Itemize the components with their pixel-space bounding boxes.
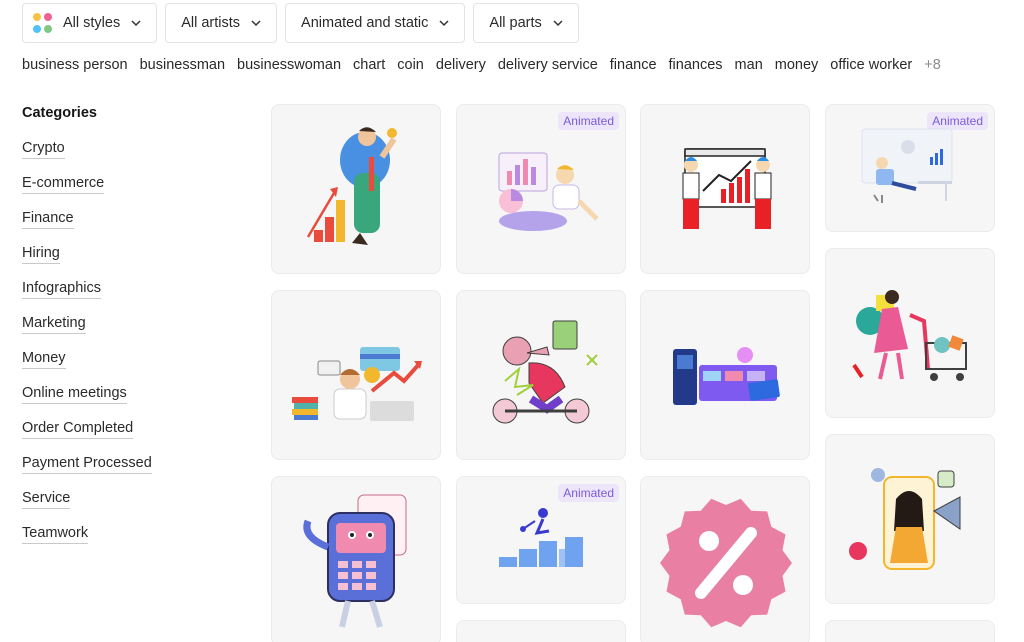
percent-badge-illustration (660, 498, 792, 628)
tag[interactable]: delivery (436, 57, 486, 73)
animation-filter-dropdown[interactable]: Animated and static (285, 3, 466, 43)
artists-filter-dropdown[interactable]: All artists (165, 3, 278, 43)
tag[interactable]: businessman (140, 57, 225, 73)
color-dot (33, 13, 41, 21)
illustration-card-climbing-stairs-chart[interactable]: Animated (456, 476, 626, 604)
woman-shopping-illustration (852, 290, 967, 381)
illustration-card-woman-shopping-cart[interactable] (825, 248, 995, 418)
stairs-chart-illustration (499, 508, 583, 567)
chevron-down-icon (251, 20, 261, 27)
businessman-growth-illustration (306, 127, 397, 245)
office-worker-illustration (861, 128, 953, 203)
category-link-money[interactable]: Money (22, 350, 66, 369)
filter-bar: All styles All artists Animated and stat… (22, 3, 579, 43)
category-link-infographics[interactable]: Infographics (22, 280, 101, 299)
payment-cards-illustration (673, 347, 780, 405)
color-dot (44, 24, 52, 33)
styles-filter-dropdown[interactable]: All styles (22, 3, 158, 43)
man-books-card-illustration (292, 347, 422, 421)
parts-filter-dropdown[interactable]: All parts (473, 3, 579, 43)
chevron-down-icon (131, 20, 141, 27)
presentation-board-illustration (682, 148, 772, 229)
illustration-card-payment-cards[interactable] (640, 290, 810, 460)
related-tags: business person businessman businesswoma… (22, 57, 941, 73)
courier-scooter-illustration (492, 320, 598, 424)
category-link-crypto[interactable]: Crypto (22, 140, 65, 159)
illustration-card-presentation-board[interactable] (640, 104, 810, 274)
category-link-payment-processed[interactable]: Payment Processed (22, 455, 152, 474)
tag[interactable]: finances (669, 57, 723, 73)
tag[interactable]: chart (353, 57, 385, 73)
illustration-card[interactable] (825, 620, 995, 642)
color-dot (44, 13, 52, 21)
styles-grid-icon (33, 13, 53, 33)
category-link-teamwork[interactable]: Teamwork (22, 525, 89, 544)
category-link-marketing[interactable]: Marketing (22, 315, 86, 334)
animation-filter-label: Animated and static (301, 15, 429, 31)
tag[interactable]: office worker (830, 57, 912, 73)
artists-filter-label: All artists (181, 15, 241, 31)
category-link-hiring[interactable]: Hiring (22, 245, 60, 264)
category-link-order-completed[interactable]: Order Completed (22, 420, 134, 439)
styles-filter-label: All styles (63, 15, 121, 31)
illustration-card-woman-with-megaphone[interactable] (825, 434, 995, 604)
category-link-service[interactable]: Service (22, 490, 71, 509)
illustration-card-percent-discount-badge[interactable] (640, 476, 810, 642)
illustration-card-businessman-with-growth-chart[interactable] (271, 104, 441, 274)
tag[interactable]: businesswoman (237, 57, 341, 73)
tag[interactable]: delivery service (498, 57, 598, 73)
color-dot (33, 24, 41, 33)
category-link-e-commerce[interactable]: E-commerce (22, 175, 105, 194)
category-link-online-meetings[interactable]: Online meetings (22, 385, 127, 404)
illustration-card-office-worker-dashboard[interactable]: Animated (825, 104, 995, 232)
tag[interactable]: coin (397, 57, 424, 73)
payment-terminal-illustration (303, 494, 407, 628)
illustration-card-man-with-books-and-card[interactable] (271, 290, 441, 460)
more-tags-button[interactable]: +8 (924, 57, 941, 73)
tag[interactable]: man (735, 57, 763, 73)
illustration-card-courier-on-scooter[interactable] (456, 290, 626, 460)
illustration-card-person-with-charts[interactable]: Animated (456, 104, 626, 274)
categories-list: Crypto E-commerce Finance Hiring Infogra… (22, 139, 152, 559)
woman-megaphone-illustration (849, 468, 961, 570)
categories-heading: Categories (22, 105, 97, 121)
chevron-down-icon (439, 20, 449, 27)
parts-filter-label: All parts (489, 15, 542, 31)
category-link-finance[interactable]: Finance (22, 210, 74, 229)
tag[interactable]: money (775, 57, 819, 73)
illustration-card[interactable] (456, 620, 626, 642)
person-charts-illustration (498, 152, 599, 231)
illustration-card-payment-terminal-character[interactable] (271, 476, 441, 642)
tag[interactable]: finance (610, 57, 657, 73)
tag[interactable]: business person (22, 57, 128, 73)
chevron-down-icon (553, 20, 563, 27)
